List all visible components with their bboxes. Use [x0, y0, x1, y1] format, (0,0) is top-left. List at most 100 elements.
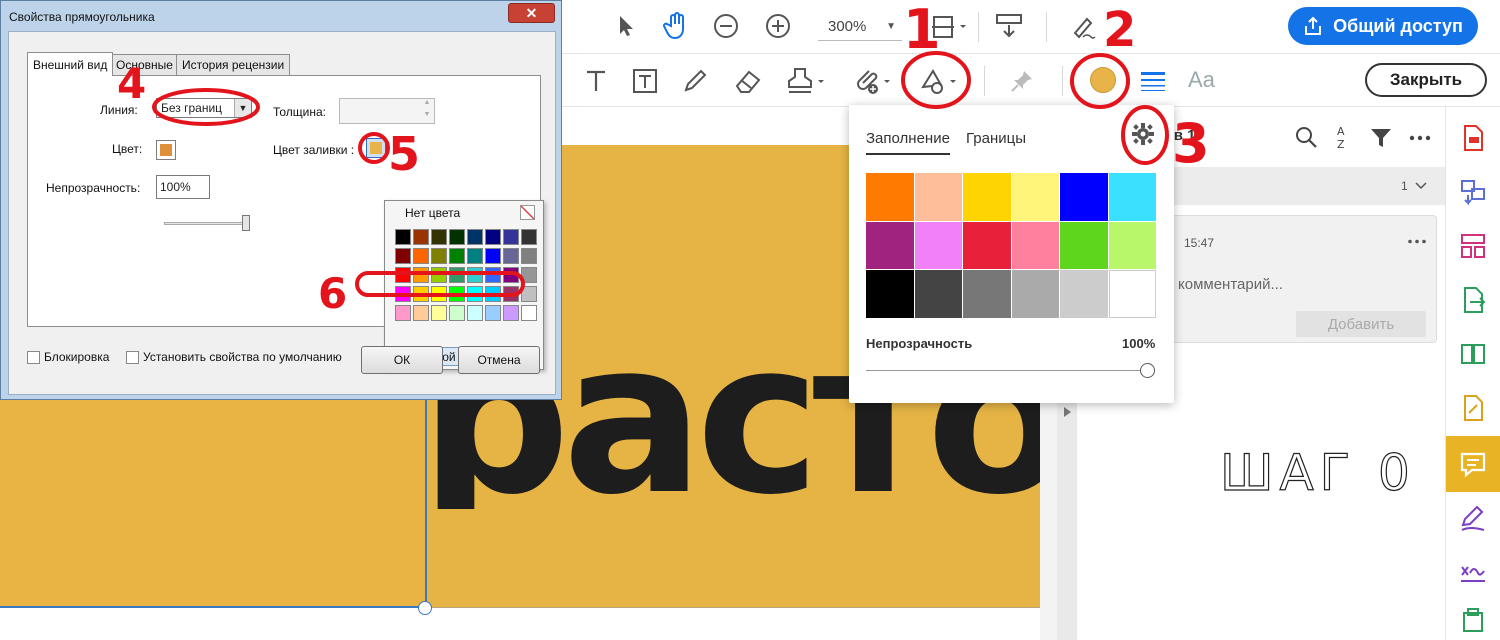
picker-swatch-38[interactable]	[503, 305, 519, 321]
tab-appearance[interactable]: Внешний вид	[27, 52, 114, 76]
zoom-out-icon[interactable]	[712, 12, 740, 40]
filter-icon[interactable]	[1370, 127, 1392, 149]
picker-swatch-15[interactable]	[521, 248, 537, 264]
opacity-slider-thumb[interactable]	[242, 215, 250, 231]
border-color-button[interactable]	[156, 140, 176, 160]
fill-swatch-5[interactable]	[1108, 173, 1156, 221]
request-signature-icon[interactable]	[1458, 557, 1488, 587]
fill-swatch-1[interactable]	[914, 173, 962, 221]
scroll-mode-icon[interactable]	[992, 10, 1026, 42]
default-properties-checkbox[interactable]: Установить свойства по умолчанию	[126, 350, 342, 364]
picker-swatch-8[interactable]	[395, 248, 411, 264]
fill-swatch-12[interactable]	[866, 270, 914, 318]
picker-swatch-12[interactable]	[467, 248, 483, 264]
picker-swatch-6[interactable]	[503, 229, 519, 245]
picker-swatch-11[interactable]	[449, 248, 465, 264]
pin-icon[interactable]	[1008, 67, 1036, 95]
fill-swatch-2[interactable]	[963, 173, 1011, 221]
picker-swatch-32[interactable]	[395, 305, 411, 321]
lock-checkbox[interactable]: Блокировка	[27, 350, 109, 364]
picker-swatch-10[interactable]	[431, 248, 447, 264]
picker-swatch-27[interactable]	[449, 286, 465, 302]
fill-swatch-13[interactable]	[914, 270, 962, 318]
fill-opacity-thumb[interactable]	[1140, 363, 1155, 378]
picker-swatch-30[interactable]	[503, 286, 519, 302]
opacity-input[interactable]: 100%	[156, 175, 210, 199]
fill-swatch-15[interactable]	[1011, 270, 1059, 318]
fill-opacity-slider[interactable]	[866, 370, 1146, 371]
picker-swatch-26[interactable]	[431, 286, 447, 302]
fill-swatch-10[interactable]	[1060, 221, 1108, 270]
picker-swatch-29[interactable]	[485, 286, 501, 302]
picker-swatch-25[interactable]	[413, 286, 429, 302]
share-button[interactable]: Общий доступ	[1288, 7, 1478, 45]
comment-more-icon[interactable]	[1408, 239, 1426, 244]
fill-swatch-3[interactable]	[1011, 173, 1059, 221]
zoom-dropdown[interactable]: 300% ▼	[818, 13, 902, 41]
tab-fill[interactable]: Заполнение	[866, 130, 950, 155]
picker-swatch-21[interactable]	[485, 267, 501, 283]
search-icon[interactable]	[1294, 125, 1318, 149]
fill-swatch-17[interactable]	[1108, 270, 1156, 318]
tab-review-history[interactable]: История рецензии	[176, 54, 291, 75]
picker-swatch-16[interactable]	[395, 267, 411, 283]
fit-page-icon[interactable]	[924, 12, 968, 42]
picker-swatch-36[interactable]	[467, 305, 483, 321]
dialog-close-button[interactable]: ✕	[508, 3, 555, 23]
picker-swatch-35[interactable]	[449, 305, 465, 321]
fill-color-button[interactable]	[1090, 67, 1116, 93]
picker-swatch-22[interactable]	[503, 267, 519, 283]
zoom-in-icon[interactable]	[764, 12, 792, 40]
export-icon[interactable]	[1458, 285, 1488, 315]
organize-pages-icon[interactable]	[1458, 231, 1488, 261]
fill-swatch-7[interactable]	[914, 221, 962, 270]
picker-swatch-31[interactable]	[521, 286, 537, 302]
picker-swatch-33[interactable]	[413, 305, 429, 321]
picker-swatch-20[interactable]	[467, 267, 483, 283]
compare-icon[interactable]	[1458, 339, 1488, 369]
fill-swatch-4[interactable]	[1060, 173, 1108, 221]
ok-button[interactable]: ОК	[361, 346, 443, 374]
opacity-slider[interactable]	[164, 222, 250, 225]
select-cursor-icon[interactable]	[612, 12, 640, 40]
picker-swatch-9[interactable]	[413, 248, 429, 264]
picker-swatch-13[interactable]	[485, 248, 501, 264]
picker-swatch-39[interactable]	[521, 305, 537, 321]
combine-files-icon[interactable]	[1458, 177, 1488, 207]
comment-tool-icon[interactable]	[1458, 449, 1488, 479]
sign-icon[interactable]	[1066, 10, 1102, 42]
picker-swatch-34[interactable]	[431, 305, 447, 321]
text-style-button[interactable]: Aa	[1188, 67, 1215, 93]
fill-swatch-8[interactable]	[963, 221, 1011, 270]
text-tool-icon[interactable]	[582, 67, 610, 95]
text-box-icon[interactable]	[630, 66, 660, 96]
checkbox-box[interactable]	[126, 350, 139, 364]
comment-card[interactable]: ● 15:47 комментарий... Добавить	[1134, 215, 1437, 343]
add-comment-button[interactable]: Добавить	[1296, 311, 1426, 337]
picker-swatch-14[interactable]	[503, 248, 519, 264]
stamp-icon[interactable]	[784, 64, 828, 98]
checkbox-box[interactable]	[27, 350, 40, 364]
line-width-icon[interactable]	[1138, 67, 1168, 95]
picker-swatch-0[interactable]	[395, 229, 411, 245]
picker-swatch-5[interactable]	[485, 229, 501, 245]
close-button[interactable]: Закрыть	[1365, 63, 1487, 97]
fill-swatch-6[interactable]	[866, 221, 914, 270]
fill-swatch-16[interactable]	[1060, 270, 1108, 318]
tab-border[interactable]: Границы	[966, 130, 1026, 147]
picker-swatch-37[interactable]	[485, 305, 501, 321]
export-pdf-icon[interactable]	[1458, 123, 1488, 153]
gear-icon[interactable]	[1132, 123, 1154, 145]
attach-icon[interactable]	[850, 64, 894, 98]
no-color-icon[interactable]	[520, 205, 535, 220]
comment-input[interactable]: комментарий...	[1178, 276, 1283, 293]
fill-swatch-0[interactable]	[866, 173, 914, 221]
shapes-tool-icon[interactable]	[914, 64, 962, 98]
picker-swatch-28[interactable]	[467, 286, 483, 302]
edit-pdf-icon[interactable]	[1458, 503, 1488, 533]
tab-general[interactable]: Основные	[110, 54, 179, 75]
fill-swatch-14[interactable]	[963, 270, 1011, 318]
print-production-icon[interactable]	[1458, 607, 1488, 637]
more-options-icon[interactable]	[1409, 135, 1431, 141]
pencil-icon[interactable]	[680, 66, 710, 96]
